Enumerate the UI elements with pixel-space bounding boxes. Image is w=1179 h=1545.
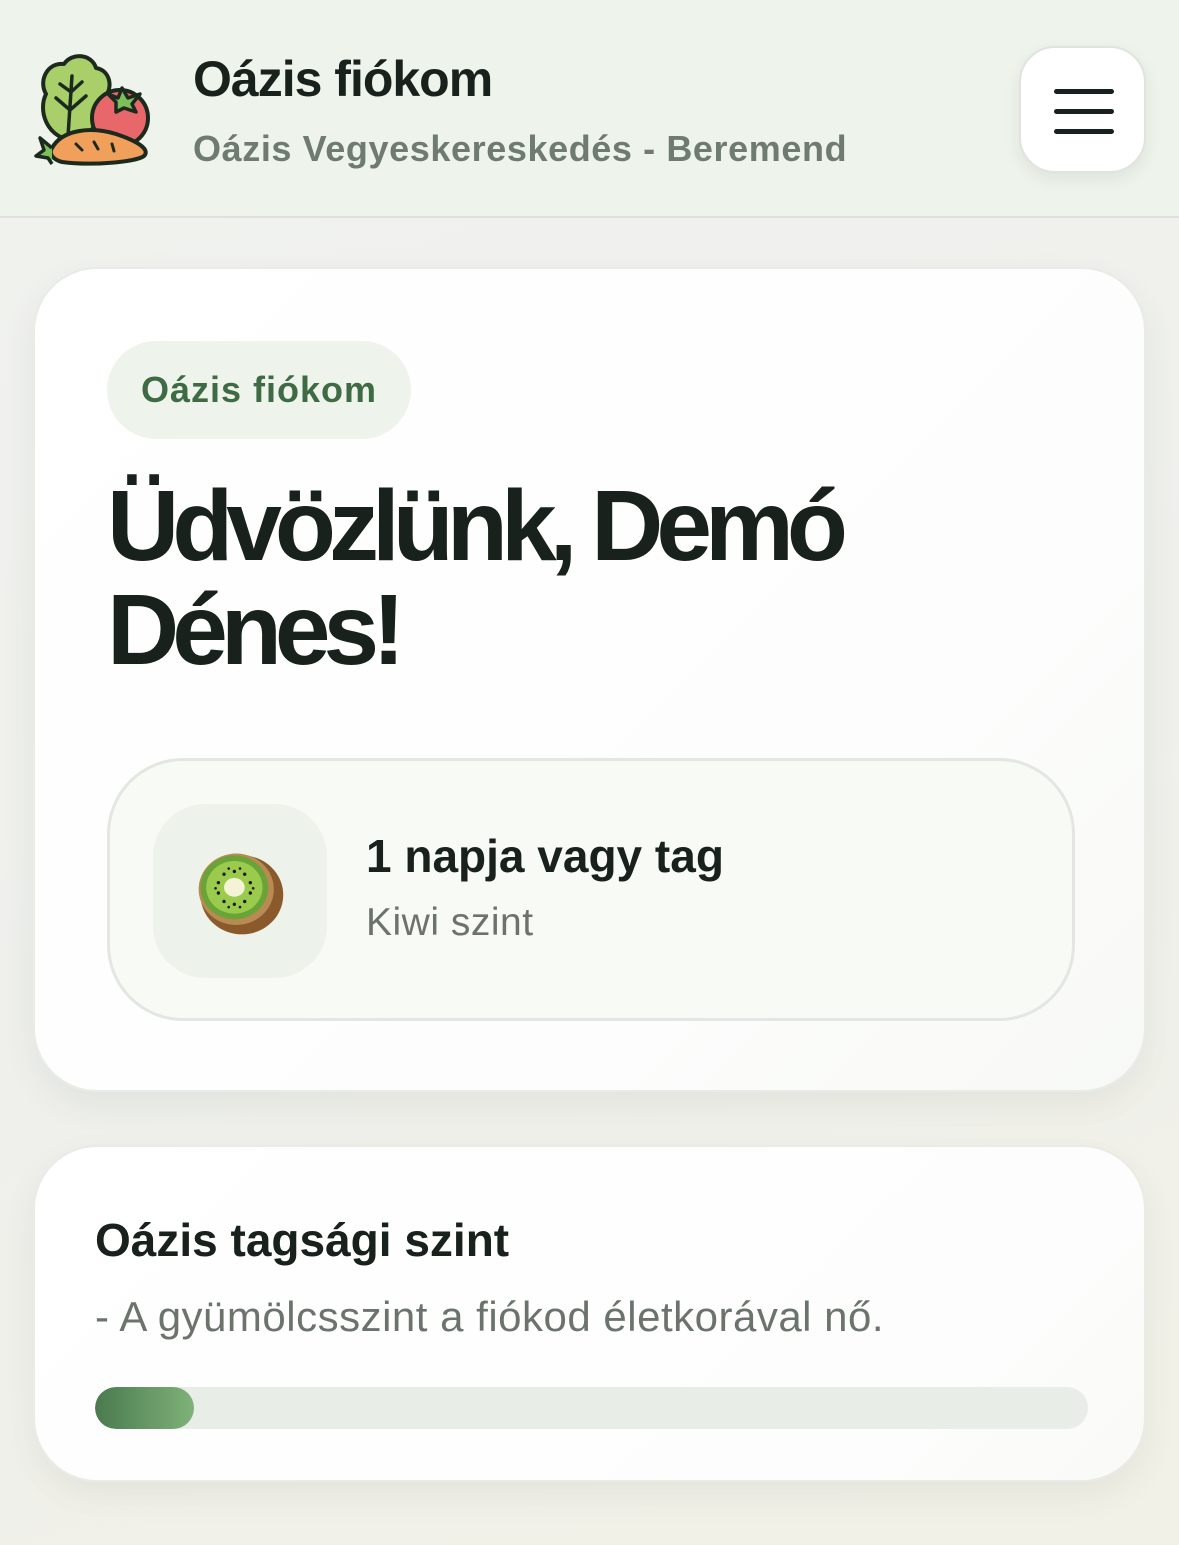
account-badge: Oázis fiókom	[107, 341, 412, 439]
tier-progress-fill	[95, 1387, 195, 1429]
membership-level: Kiwi szint	[366, 901, 534, 944]
app-title: Oázis fiókom	[193, 51, 493, 107]
tier-title: Oázis tagsági szint	[95, 1214, 510, 1266]
welcome-card: Oázis fiókom Üdvözlünk, Demó Dénes! 1 na…	[33, 267, 1146, 1092]
fruit-level-tile	[153, 804, 327, 978]
membership-summary: 1 napja vagy tag Kiwi szint	[107, 758, 1075, 1021]
membership-days: 1 napja vagy tag	[366, 830, 724, 882]
tier-description: - A gyümölcsszint a fiókod életkorával n…	[95, 1293, 885, 1340]
kiwi-icon	[198, 853, 284, 935]
vegetables-logo-icon	[34, 54, 150, 166]
store-name: Oázis Vegyeskereskedés - Beremend	[193, 128, 848, 169]
membership-tier-card: Oázis tagsági szint - A gyümölcsszint a …	[33, 1145, 1146, 1482]
welcome-heading: Üdvözlünk, Demó Dénes!	[107, 470, 848, 686]
menu-button[interactable]	[1019, 46, 1146, 173]
app-header: Oázis fiókom Oázis Vegyeskereskedés - Be…	[0, 0, 1179, 218]
tier-progress-bar	[95, 1387, 1088, 1429]
